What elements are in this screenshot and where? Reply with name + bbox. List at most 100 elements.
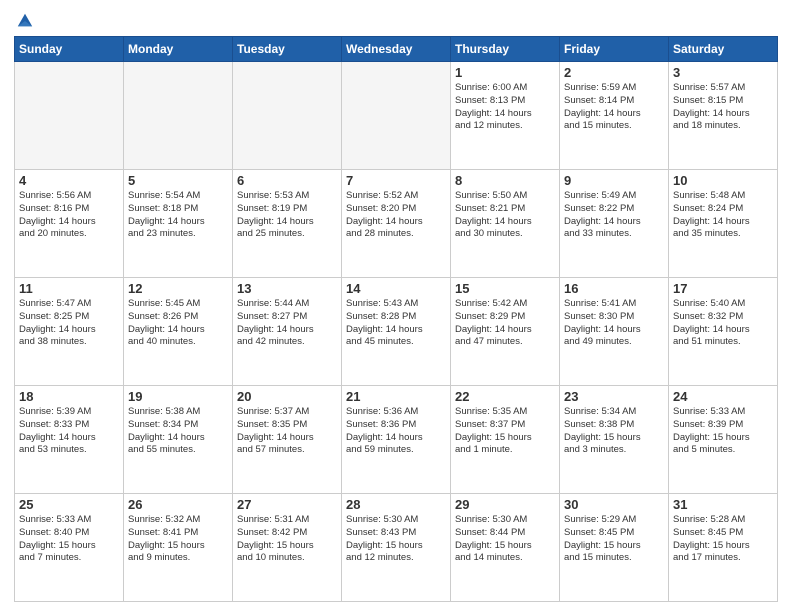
cell-info: Sunrise: 5:34 AM Sunset: 8:38 PM Dayligh… [564, 406, 664, 457]
header [14, 10, 778, 30]
cell-1-2 [124, 62, 233, 170]
cell-info: Sunrise: 5:56 AM Sunset: 8:16 PM Dayligh… [19, 190, 119, 241]
page: SundayMondayTuesdayWednesdayThursdayFrid… [0, 0, 792, 612]
cell-4-2: 19Sunrise: 5:38 AM Sunset: 8:34 PM Dayli… [124, 386, 233, 494]
cell-info: Sunrise: 5:36 AM Sunset: 8:36 PM Dayligh… [346, 406, 446, 457]
day-number: 20 [237, 389, 337, 404]
day-number: 21 [346, 389, 446, 404]
day-number: 9 [564, 173, 664, 188]
cell-3-5: 15Sunrise: 5:42 AM Sunset: 8:29 PM Dayli… [451, 278, 560, 386]
day-number: 28 [346, 497, 446, 512]
day-header-tuesday: Tuesday [233, 37, 342, 62]
cell-1-3 [233, 62, 342, 170]
day-number: 26 [128, 497, 228, 512]
cell-2-1: 4 Sunrise: 5:56 AM Sunset: 8:16 PM Daylig… [15, 170, 124, 278]
cell-info: Sunrise: 5:30 AM Sunset: 8:44 PM Dayligh… [455, 514, 555, 565]
cell-3-4: 14 Sunrise: 5:43 AM Sunset: 8:28 PM Dayli… [342, 278, 451, 386]
cell-3-7: 17 Sunrise: 5:40 AM Sunset: 8:32 PM Dayli… [669, 278, 778, 386]
cell-info: Sunrise: 5:43 AM Sunset: 8:28 PM Dayligh… [346, 298, 446, 349]
cell-info: Sunrise: 5:39 AM Sunset: 8:33 PM Dayligh… [19, 406, 119, 457]
day-number: 13 [237, 281, 337, 296]
calendar-table: SundayMondayTuesdayWednesdayThursdayFrid… [14, 36, 778, 602]
cell-info: Sunrise: 5:52 AM Sunset: 8:20 PM Dayligh… [346, 190, 446, 241]
day-number: 7 [346, 173, 446, 188]
cell-2-4: 7 Sunrise: 5:52 AM Sunset: 8:20 PM Daylig… [342, 170, 451, 278]
cell-5-1: 25 Sunrise: 5:33 AM Sunset: 8:40 PM Dayli… [15, 494, 124, 602]
cell-info: Sunrise: 5:49 AM Sunset: 8:22 PM Dayligh… [564, 190, 664, 241]
day-number: 18 [19, 389, 119, 404]
cell-5-4: 28Sunrise: 5:30 AM Sunset: 8:43 PM Dayli… [342, 494, 451, 602]
cell-4-6: 23 Sunrise: 5:34 AM Sunset: 8:38 PM Dayli… [560, 386, 669, 494]
day-header-friday: Friday [560, 37, 669, 62]
day-header-thursday: Thursday [451, 37, 560, 62]
cell-3-2: 12 Sunrise: 5:45 AM Sunset: 8:26 PM Dayli… [124, 278, 233, 386]
day-header-sunday: Sunday [15, 37, 124, 62]
cell-1-6: 2 Sunrise: 5:59 AM Sunset: 8:14 PM Daylig… [560, 62, 669, 170]
day-number: 25 [19, 497, 119, 512]
cell-info: Sunrise: 5:35 AM Sunset: 8:37 PM Dayligh… [455, 406, 555, 457]
day-number: 2 [564, 65, 664, 80]
cell-info: Sunrise: 5:28 AM Sunset: 8:45 PM Dayligh… [673, 514, 773, 565]
cell-5-5: 29 Sunrise: 5:30 AM Sunset: 8:44 PM Dayli… [451, 494, 560, 602]
cell-info: Sunrise: 5:29 AM Sunset: 8:45 PM Dayligh… [564, 514, 664, 565]
cell-info: Sunrise: 5:37 AM Sunset: 8:35 PM Dayligh… [237, 406, 337, 457]
week-row-4: 18 Sunrise: 5:39 AM Sunset: 8:33 PM Dayli… [15, 386, 778, 494]
day-number: 29 [455, 497, 555, 512]
cell-info: Sunrise: 5:59 AM Sunset: 8:14 PM Dayligh… [564, 82, 664, 133]
cell-info: Sunrise: 5:33 AM Sunset: 8:40 PM Dayligh… [19, 514, 119, 565]
cell-info: Sunrise: 5:40 AM Sunset: 8:32 PM Dayligh… [673, 298, 773, 349]
cell-2-5: 8 Sunrise: 5:50 AM Sunset: 8:21 PM Daylig… [451, 170, 560, 278]
cell-info: Sunrise: 5:38 AM Sunset: 8:34 PM Dayligh… [128, 406, 228, 457]
day-number: 5 [128, 173, 228, 188]
day-header-wednesday: Wednesday [342, 37, 451, 62]
day-number: 1 [455, 65, 555, 80]
cell-info: Sunrise: 5:32 AM Sunset: 8:41 PM Dayligh… [128, 514, 228, 565]
week-row-2: 4 Sunrise: 5:56 AM Sunset: 8:16 PM Daylig… [15, 170, 778, 278]
cell-info: Sunrise: 5:57 AM Sunset: 8:15 PM Dayligh… [673, 82, 773, 133]
cell-info: Sunrise: 6:00 AM Sunset: 8:13 PM Dayligh… [455, 82, 555, 133]
cell-2-7: 10Sunrise: 5:48 AM Sunset: 8:24 PM Dayli… [669, 170, 778, 278]
cell-5-3: 27Sunrise: 5:31 AM Sunset: 8:42 PM Dayli… [233, 494, 342, 602]
cell-info: Sunrise: 5:47 AM Sunset: 8:25 PM Dayligh… [19, 298, 119, 349]
week-row-3: 11 Sunrise: 5:47 AM Sunset: 8:25 PM Dayli… [15, 278, 778, 386]
day-number: 14 [346, 281, 446, 296]
day-number: 11 [19, 281, 119, 296]
day-number: 16 [564, 281, 664, 296]
cell-5-6: 30 Sunrise: 5:29 AM Sunset: 8:45 PM Dayli… [560, 494, 669, 602]
cell-info: Sunrise: 5:53 AM Sunset: 8:19 PM Dayligh… [237, 190, 337, 241]
cell-info: Sunrise: 5:48 AM Sunset: 8:24 PM Dayligh… [673, 190, 773, 241]
day-number: 8 [455, 173, 555, 188]
day-number: 23 [564, 389, 664, 404]
day-number: 6 [237, 173, 337, 188]
cell-4-1: 18 Sunrise: 5:39 AM Sunset: 8:33 PM Dayli… [15, 386, 124, 494]
cell-5-7: 31 Sunrise: 5:28 AM Sunset: 8:45 PM Dayli… [669, 494, 778, 602]
day-number: 30 [564, 497, 664, 512]
cell-5-2: 26 Sunrise: 5:32 AM Sunset: 8:41 PM Dayli… [124, 494, 233, 602]
cell-info: Sunrise: 5:50 AM Sunset: 8:21 PM Dayligh… [455, 190, 555, 241]
cell-info: Sunrise: 5:54 AM Sunset: 8:18 PM Dayligh… [128, 190, 228, 241]
day-header-saturday: Saturday [669, 37, 778, 62]
day-number: 31 [673, 497, 773, 512]
header-row: SundayMondayTuesdayWednesdayThursdayFrid… [15, 37, 778, 62]
day-number: 12 [128, 281, 228, 296]
week-row-1: 1 Sunrise: 6:00 AM Sunset: 8:13 PM Daylig… [15, 62, 778, 170]
cell-4-4: 21 Sunrise: 5:36 AM Sunset: 8:36 PM Dayli… [342, 386, 451, 494]
day-number: 4 [19, 173, 119, 188]
cell-info: Sunrise: 5:44 AM Sunset: 8:27 PM Dayligh… [237, 298, 337, 349]
cell-info: Sunrise: 5:45 AM Sunset: 8:26 PM Dayligh… [128, 298, 228, 349]
cell-4-5: 22 Sunrise: 5:35 AM Sunset: 8:37 PM Dayli… [451, 386, 560, 494]
day-number: 15 [455, 281, 555, 296]
day-number: 24 [673, 389, 773, 404]
day-number: 17 [673, 281, 773, 296]
day-number: 22 [455, 389, 555, 404]
day-number: 3 [673, 65, 773, 80]
cell-4-7: 24Sunrise: 5:33 AM Sunset: 8:39 PM Dayli… [669, 386, 778, 494]
cell-1-5: 1 Sunrise: 6:00 AM Sunset: 8:13 PM Daylig… [451, 62, 560, 170]
logo [14, 10, 34, 30]
cell-3-3: 13 Sunrise: 5:44 AM Sunset: 8:27 PM Dayli… [233, 278, 342, 386]
day-number: 27 [237, 497, 337, 512]
cell-2-6: 9 Sunrise: 5:49 AM Sunset: 8:22 PM Daylig… [560, 170, 669, 278]
week-row-5: 25 Sunrise: 5:33 AM Sunset: 8:40 PM Dayli… [15, 494, 778, 602]
logo-icon [16, 12, 34, 30]
cell-2-3: 6 Sunrise: 5:53 AM Sunset: 8:19 PM Daylig… [233, 170, 342, 278]
